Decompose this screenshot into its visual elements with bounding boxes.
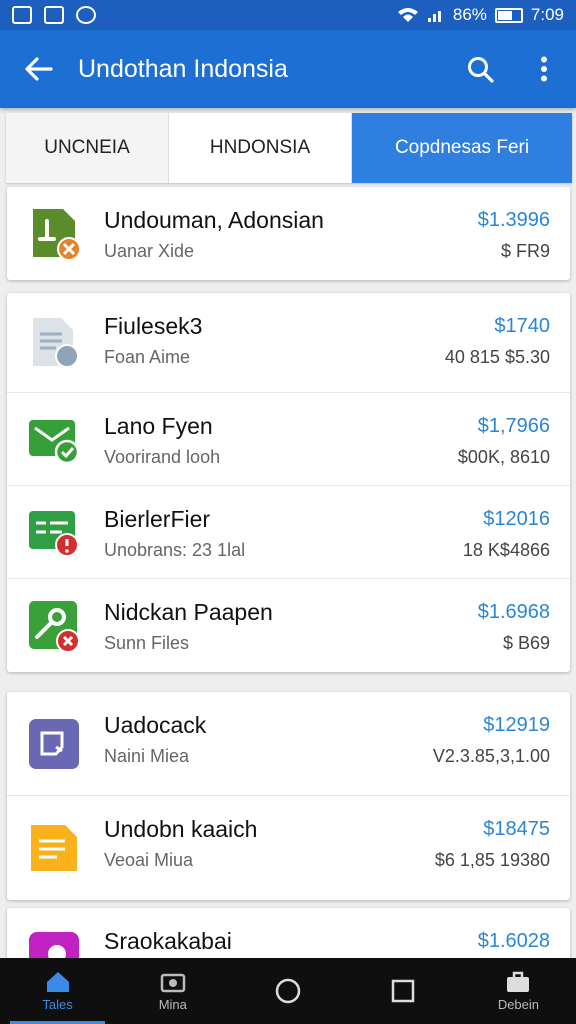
nav-label: Debein	[497, 997, 540, 1012]
item-subtitle: Foan Aime	[104, 347, 191, 367]
item-name: Fiulesek3	[104, 313, 203, 339]
nav-label: Mina	[158, 997, 187, 1012]
card-1: Undouman, Adonsian Uanar Xide $1.3996 $ …	[7, 187, 570, 280]
tab-3-selected[interactable]: Copdnesas Feri	[352, 113, 572, 183]
search-button[interactable]	[448, 30, 512, 108]
item-subtitle: Naini Miea	[104, 746, 190, 766]
nav-mina[interactable]: Mina	[115, 958, 230, 1024]
tab-2[interactable]: HNDONSIA	[169, 113, 352, 183]
list-item[interactable]: Lano Fyen Voorirand looh $1,7966 $00K, 8…	[7, 393, 570, 486]
more-options-button[interactable]	[512, 30, 576, 108]
item-meta: $ FR9	[500, 241, 550, 261]
arrow-left-icon	[25, 57, 53, 81]
item-price: $1.6028	[477, 930, 550, 952]
item-price: $12919	[483, 714, 550, 736]
green-card-alert-icon	[29, 511, 79, 557]
item-subtitle: Veoai Miua	[104, 850, 194, 870]
list-item[interactable]: Nidckan Paapen Sunn Files $1.6968 $ B69	[7, 579, 570, 672]
tab-bar: UNCNEIA HNDONSIA Copdnesas Feri	[6, 113, 572, 183]
item-name: Uadocack	[104, 712, 207, 738]
list-item[interactable]: Undouman, Adonsian Uanar Xide $1.3996 $ …	[7, 187, 570, 280]
item-meta: $00K, 8610	[457, 447, 550, 467]
yellow-notes-icon	[31, 825, 77, 871]
item-name: Nidckan Paapen	[104, 599, 273, 625]
green-mail-check-icon	[29, 420, 80, 465]
item-meta: V2.3.85,3,1.00	[432, 746, 550, 766]
item-meta: 40 815 $5.30	[444, 347, 550, 367]
item-meta: $6 1,85 19380	[434, 850, 550, 870]
purple-document-icon	[29, 718, 79, 769]
item-price: $1.3996	[477, 209, 550, 231]
item-price: $1740	[494, 315, 550, 337]
app-notification-icon	[76, 6, 96, 24]
clock: 7:09	[530, 5, 564, 24]
item-name: Sraokakabai	[104, 928, 232, 954]
item-name: Lano Fyen	[104, 413, 213, 439]
item-price: $12016	[483, 508, 550, 530]
item-meta: 18 K$4866	[462, 540, 550, 560]
wifi-icon	[397, 8, 418, 22]
status-bar: 86% 7:09	[0, 0, 576, 30]
battery-text: 86%	[452, 5, 487, 24]
battery-icon	[494, 7, 523, 23]
list-item[interactable]: Undobn kaaich Veoai Miua $18475 $6 1,85 …	[7, 796, 570, 900]
circle-home-icon	[275, 978, 301, 1004]
nav-home-button[interactable]	[230, 958, 345, 1024]
briefcase-icon	[507, 971, 530, 992]
item-price: $18475	[483, 818, 550, 840]
signal-icon	[427, 11, 441, 22]
item-subtitle: Unobrans: 23 1lal	[104, 540, 246, 560]
list-item[interactable]: Uadocack Naini Miea $12919 V2.3.85,3,1.0…	[7, 692, 570, 796]
nav-label: Tales	[42, 997, 73, 1012]
notification-icons	[12, 6, 96, 24]
tab-1[interactable]: UNCNEIA	[6, 113, 169, 183]
item-name: Undobn kaaich	[104, 816, 258, 842]
card-2: Fiulesek3 Foan Aime $1740 40 815 $5.30 L…	[7, 293, 570, 672]
bottom-navigation: Tales Mina Debein	[0, 958, 576, 1024]
list-item[interactable]: BierlerFier Unobrans: 23 1lal $12016 18 …	[7, 486, 570, 579]
back-button[interactable]	[0, 30, 78, 108]
more-vert-icon	[541, 56, 547, 82]
photos-icon	[160, 973, 186, 993]
page-title: Undothan Indonsia	[78, 54, 288, 83]
item-name: BierlerFier	[104, 506, 211, 532]
green-file-warning-icon	[33, 208, 81, 261]
item-name: Undouman, Adonsian	[104, 207, 324, 233]
item-subtitle: Sunn Files	[104, 633, 190, 653]
nav-tales[interactable]: Tales	[0, 958, 115, 1024]
item-meta: $ B69	[502, 633, 550, 653]
card-3: Uadocack Naini Miea $12919 V2.3.85,3,1.0…	[7, 692, 570, 900]
item-price: $1,7966	[477, 415, 550, 437]
square-recents-icon	[391, 979, 415, 1003]
list-item[interactable]: Fiulesek3 Foan Aime $1740 40 815 $5.30	[7, 293, 570, 393]
gray-document-icon	[33, 317, 79, 368]
nav-recents-button[interactable]	[346, 958, 461, 1024]
gallery-notification-icon	[12, 6, 32, 24]
nav-debein[interactable]: Debein	[461, 958, 576, 1024]
app-bar: Undothan Indonsia	[0, 30, 576, 108]
item-price: $1.6968	[477, 601, 550, 623]
green-key-error-icon	[29, 600, 80, 653]
item-subtitle: Uanar Xide	[104, 241, 195, 261]
item-subtitle: Voorirand looh	[104, 447, 221, 467]
home-icon	[46, 972, 69, 992]
image-notification-icon	[44, 6, 64, 24]
search-icon	[468, 57, 494, 83]
